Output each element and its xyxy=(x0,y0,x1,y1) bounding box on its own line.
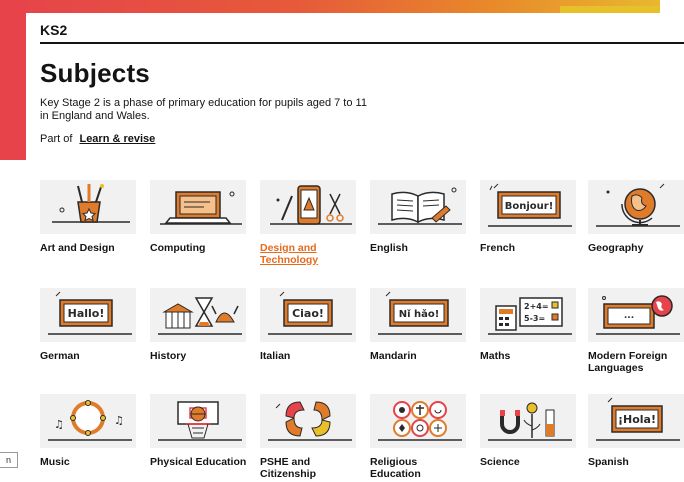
science-icon xyxy=(480,394,576,448)
mfl-sign-text: ... xyxy=(624,311,634,321)
maths-sign-line-2: 5-3= xyxy=(524,314,545,323)
geography-icon xyxy=(588,180,684,234)
section-label: KS2 xyxy=(40,22,68,38)
subject-card-mandarin[interactable]: Nǐ hǎo! Mandarin xyxy=(370,288,470,388)
svg-text:♫: ♫ xyxy=(114,414,124,427)
subject-label-active: Design and Technology xyxy=(260,242,319,266)
part-of: Part of Learn & revise xyxy=(40,133,684,145)
maths-icon: 2+4= 5-3= xyxy=(480,288,576,342)
intro-text: Key Stage 2 is a phase of primary educat… xyxy=(40,97,367,122)
subject-label: French xyxy=(480,242,516,254)
maths-sign-line-1: 2+4= xyxy=(524,302,549,311)
computing-icon xyxy=(150,180,246,234)
subject-label: Spanish xyxy=(588,456,629,468)
subject-label: Mandarin xyxy=(370,350,417,362)
subject-card-physical-education[interactable]: Physical Education xyxy=(150,394,250,482)
subject-label: Art and Design xyxy=(40,242,115,254)
design-and-technology-icon xyxy=(260,180,356,234)
subject-card-art-and-design[interactable]: Art and Design xyxy=(40,180,140,280)
pshe-and-citizenship-icon xyxy=(260,394,356,448)
subject-label: Science xyxy=(480,456,520,468)
subject-card-maths[interactable]: 2+4= 5-3= Maths xyxy=(480,288,580,388)
english-icon xyxy=(370,180,466,234)
subject-label: Computing xyxy=(150,242,206,254)
left-edge-tab[interactable]: n xyxy=(0,452,18,468)
subject-label: History xyxy=(150,350,187,362)
subject-label: Religious Education xyxy=(370,456,421,480)
subjects-row: Art and Design Computing Design and Tech… xyxy=(40,180,684,280)
subjects-row: Hallo! German History Ciao! Italian Nǐ h… xyxy=(40,288,684,388)
subject-label: Geography xyxy=(588,242,644,254)
italian-sign-text: Ciao! xyxy=(292,307,324,320)
subject-card-modern-foreign-languages[interactable]: ... Modern Foreign Languages xyxy=(588,288,684,388)
french-icon: Bonjour! xyxy=(480,180,576,234)
german-sign-text: Hallo! xyxy=(68,307,105,320)
section-rule xyxy=(40,42,684,44)
subjects-row: ♫ ♫ Music Physical Education PSHE and Ci… xyxy=(40,394,684,482)
modern-foreign-languages-icon: ... xyxy=(588,288,684,342)
spanish-icon: ¡Hola! xyxy=(588,394,684,448)
subject-card-geography[interactable]: Geography xyxy=(588,180,684,280)
page-header: KS2 Subjects Key Stage 2 is a phase of p… xyxy=(40,22,684,145)
subject-card-music[interactable]: ♫ ♫ Music xyxy=(40,394,140,482)
subject-label: PSHE and Citizenship xyxy=(260,456,317,480)
subject-label: German xyxy=(40,350,80,362)
side-red-bar xyxy=(0,0,26,160)
subject-label: Maths xyxy=(480,350,511,362)
learn-and-revise-link[interactable]: Learn & revise xyxy=(79,133,155,145)
subject-label: Music xyxy=(40,456,70,468)
physical-education-icon xyxy=(150,394,246,448)
spanish-sign-text: ¡Hola! xyxy=(618,413,656,426)
subject-card-italian[interactable]: Ciao! Italian xyxy=(260,288,360,388)
subject-card-spanish[interactable]: ¡Hola! Spanish xyxy=(588,394,684,482)
subject-card-computing[interactable]: Computing xyxy=(150,180,250,280)
religious-education-icon xyxy=(370,394,466,448)
subject-card-french[interactable]: Bonjour! French xyxy=(480,180,580,280)
subject-label: Modern Foreign Languages xyxy=(588,350,668,374)
part-of-prefix: Part of xyxy=(40,133,73,145)
german-icon: Hallo! xyxy=(40,288,136,342)
top-yellow-bar xyxy=(560,6,660,13)
art-and-design-icon xyxy=(40,180,136,234)
music-icon: ♫ ♫ xyxy=(40,394,136,448)
subject-card-german[interactable]: Hallo! German xyxy=(40,288,140,388)
subject-card-religious-education[interactable]: Religious Education xyxy=(370,394,470,482)
french-sign-text: Bonjour! xyxy=(505,201,554,212)
page-title: Subjects xyxy=(40,58,150,88)
subject-label: Physical Education xyxy=(150,456,247,468)
subject-label: Italian xyxy=(260,350,291,362)
italian-icon: Ciao! xyxy=(260,288,356,342)
mandarin-icon: Nǐ hǎo! xyxy=(370,288,466,342)
subject-label: English xyxy=(370,242,408,254)
svg-text:♫: ♫ xyxy=(54,418,64,431)
subject-card-english[interactable]: English xyxy=(370,180,470,280)
subject-card-science[interactable]: Science xyxy=(480,394,580,482)
history-icon xyxy=(150,288,246,342)
mandarin-sign-text: Nǐ hǎo! xyxy=(399,308,440,320)
subject-card-history[interactable]: History xyxy=(150,288,250,388)
subject-card-design-and-technology[interactable]: Design and Technology xyxy=(260,180,360,280)
subject-card-pshe-and-citizenship[interactable]: PSHE and Citizenship xyxy=(260,394,360,482)
